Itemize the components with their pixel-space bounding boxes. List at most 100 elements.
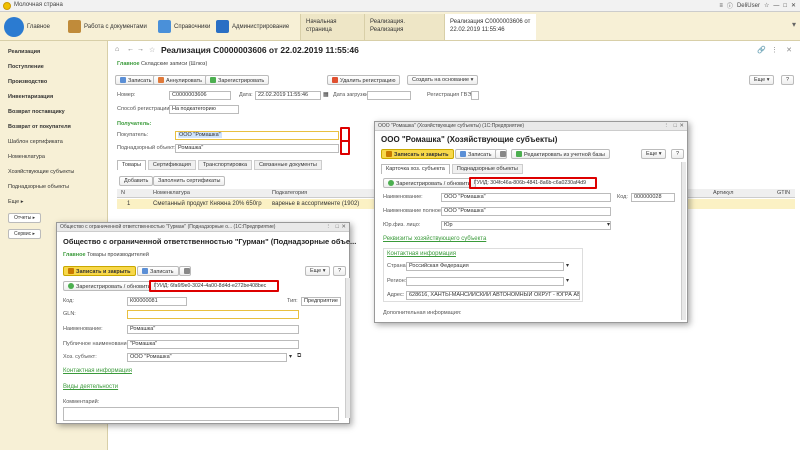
forward-icon[interactable]: → <box>137 46 144 53</box>
cancel-doc-button[interactable]: Аннулировать <box>153 75 207 85</box>
menu-icon[interactable]: ≡ <box>719 3 723 9</box>
favorites-icon[interactable]: ☆ <box>764 2 769 9</box>
nav-refs[interactable]: Справочники <box>158 16 210 37</box>
obj-field[interactable]: Ромашка" <box>175 144 339 153</box>
dialog1-ur-dropdown-icon[interactable]: ▾ <box>607 221 610 228</box>
dialog2-code-field[interactable]: К00000081 <box>127 297 187 306</box>
tab-linked[interactable]: Связанные документы <box>254 160 322 170</box>
sidebar-item-receipt[interactable]: Поступление <box>8 64 44 70</box>
dialog1-edit-base-button[interactable]: Редактировать из учетной базы <box>511 149 610 159</box>
dialog1-code-field[interactable]: 000000028 <box>631 193 675 202</box>
dialog1-scrollbar[interactable] <box>681 162 686 320</box>
sidebar-item-return-supplier[interactable]: Возврат поставщику <box>8 109 65 115</box>
close-icon[interactable]: ✕ <box>791 2 796 9</box>
back-icon[interactable]: ← <box>127 46 134 53</box>
tab-transport[interactable]: Транспортировка <box>197 160 253 170</box>
sidebar-item-return-buyer[interactable]: Возврат от покупателя <box>8 124 71 130</box>
dialog1-requisites-link[interactable]: Реквизиты хозяйствующего субъекта <box>383 236 486 242</box>
dialog2-delete-button[interactable] <box>179 266 191 276</box>
dialog2-scrollbar[interactable] <box>345 278 350 418</box>
buyer-field[interactable]: ООО "Ромашка" <box>175 131 339 140</box>
nav-doc-stock[interactable]: Складские записи (Шлюз) <box>141 61 207 67</box>
dialog2-menu-icon[interactable]: ⋮ <box>326 224 332 230</box>
dialog1-country-dropdown-icon[interactable]: ▾ <box>566 262 569 269</box>
sidebar-item-production[interactable]: Производство <box>8 79 47 85</box>
tab-start-page[interactable]: Начальная страница <box>300 14 364 40</box>
doc-close-icon[interactable]: ✕ <box>786 46 792 54</box>
create-based-button[interactable]: Создать на основание ▾ <box>407 75 479 85</box>
dialog1-delete-button[interactable] <box>495 149 507 159</box>
dialog1-save-button[interactable]: Записать <box>455 149 497 159</box>
dialog1-help-button[interactable]: ? <box>671 149 685 159</box>
dialog2-activities-link[interactable]: Виды деятельности <box>63 384 118 390</box>
maximize-icon[interactable]: □ <box>783 3 787 9</box>
dialog1-save-close-button[interactable]: Записать и закрыть <box>381 149 454 159</box>
dialog2-gln-field[interactable] <box>127 310 299 319</box>
dialog1-region-dropdown-icon[interactable]: ▾ <box>566 277 569 284</box>
reg-method-field[interactable]: На подкатегорию <box>169 105 239 114</box>
info-icon[interactable]: ⓘ <box>727 1 733 10</box>
date-field[interactable]: 22.02.2019 11:55:46 <box>255 91 321 100</box>
dialog1-more-button[interactable]: Еще ▾ <box>641 149 667 159</box>
tab-cert[interactable]: Сертификация <box>147 160 196 170</box>
dialog1-region-field[interactable] <box>406 277 564 286</box>
dialog1-country-field[interactable]: Российская Федерация <box>406 262 564 271</box>
dialog2-comment-field[interactable] <box>63 407 339 421</box>
sidebar-item-cert-template[interactable]: Шаблон сертификата <box>8 139 63 145</box>
dialog2-register-button[interactable]: Зарегистрировать / обновить <box>63 281 156 291</box>
dialog1-contact-link[interactable]: Контактная информация <box>387 251 456 257</box>
dialog2-contact-link[interactable]: Контактная информация <box>63 368 132 374</box>
sidebar-item-nomenclature[interactable]: Номенклатура <box>8 154 45 160</box>
dialog2-name-field[interactable]: Ромашка" <box>127 325 299 334</box>
dialog2-subj-field[interactable]: ООО "Ромашка" <box>127 353 287 362</box>
delete-registration-button[interactable]: Удалить регистрацию <box>327 75 401 85</box>
nav-docs[interactable]: Работа с документами <box>68 16 147 37</box>
dialog1-address-field[interactable]: 628616, ХАНТЫ-МАНСИЙСКИЙ АВТОНОМНЫЙ ОКРУ… <box>406 291 580 300</box>
dialog2-nav-goods[interactable]: Товары производителей <box>87 252 149 258</box>
dialog2-close-icon[interactable]: ✕ <box>341 224 346 230</box>
dialog2-save-button[interactable]: Записать <box>137 266 179 276</box>
dialog2-more-button[interactable]: Еще ▾ <box>305 266 331 276</box>
gvz-checkbox[interactable] <box>471 91 479 100</box>
reports-button[interactable]: Отчеты ▸ <box>8 213 42 223</box>
dialog1-menu-icon[interactable]: ⋮ <box>664 123 670 129</box>
sidebar-item-realization[interactable]: Реализация <box>8 49 40 55</box>
help-button[interactable]: ? <box>781 75 795 85</box>
dialog2-save-close-button[interactable]: Записать и закрыть <box>63 266 136 276</box>
dialog1-register-button[interactable]: Зарегистрировать / обновить <box>383 178 476 188</box>
calendar-icon[interactable]: ▦ <box>323 91 329 98</box>
link-icon[interactable]: 🔗 <box>757 46 766 54</box>
dialog1-maximize-icon[interactable]: □ <box>674 123 677 129</box>
tab-realization-list[interactable]: Реализация. Реализация <box>364 14 444 40</box>
add-button[interactable]: Добавить <box>119 176 154 186</box>
register-button[interactable]: Зарегистрировать <box>205 75 270 85</box>
tab-realization-doc[interactable]: Реализация С0000003606 от 22.02.2019 11:… <box>444 14 536 40</box>
dialog2-subj-open-icon[interactable]: ⧉ <box>297 353 301 360</box>
dialog1-ur-field[interactable]: Юр <box>441 221 611 230</box>
more-actions-icon[interactable]: ⋮ <box>771 46 778 54</box>
nav-main[interactable]: Главное <box>4 16 50 37</box>
fill-cert-button[interactable]: Заполнить сертификаты <box>153 176 226 186</box>
home-nav-icon[interactable]: ⌂ <box>115 46 119 53</box>
tab-goods[interactable]: Товары <box>117 160 146 170</box>
dialog1-close-icon[interactable]: ✕ <box>679 123 684 129</box>
service-button[interactable]: Сервис ▸ <box>8 229 42 239</box>
dialog2-nav-main[interactable]: Главное <box>63 252 86 258</box>
sidebar-item-objects[interactable]: Поднадзорные объекты <box>8 184 69 190</box>
sidebar-item-more[interactable]: Еще ▸ <box>8 199 23 205</box>
nav-admin[interactable]: Администрирование <box>216 16 289 37</box>
tabs-dropdown-icon[interactable]: ▾ <box>792 20 796 29</box>
dialog2-maximize-icon[interactable]: □ <box>336 224 339 230</box>
load-date-field[interactable] <box>367 91 411 100</box>
tab-supervised-objects[interactable]: Поднадзорные объекты <box>451 164 523 174</box>
dialog2-public-field[interactable]: "Ромашка" <box>127 340 299 349</box>
number-field[interactable]: С0000003606 <box>169 91 231 100</box>
dialog2-help-button[interactable]: ? <box>333 266 347 276</box>
tab-subject-card[interactable]: Карточка хоз. субъекта <box>381 164 450 174</box>
dialog2-type-field[interactable]: Предприятие <box>301 297 341 306</box>
nav-doc-main[interactable]: Главное <box>117 61 140 67</box>
save-button[interactable]: Записать <box>115 75 157 85</box>
dialog1-fullname-field[interactable]: ООО "Ромашка" <box>441 207 611 216</box>
dialog1-name-field[interactable]: ООО "Ромашка" <box>441 193 611 202</box>
sidebar-item-subjects[interactable]: Хозяйствующие субъекты <box>8 169 74 175</box>
